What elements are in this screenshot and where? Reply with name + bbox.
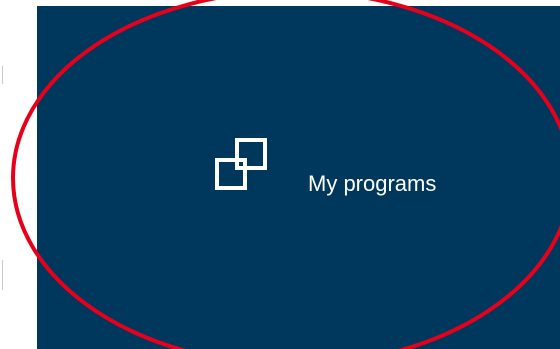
my-programs-tile[interactable]: My programs (37, 6, 560, 349)
copy-windows-icon (211, 134, 273, 196)
screen: My programs (0, 0, 560, 349)
left-divider-bottom (2, 260, 3, 290)
left-divider-top (2, 66, 3, 84)
my-programs-label: My programs (308, 171, 437, 196)
